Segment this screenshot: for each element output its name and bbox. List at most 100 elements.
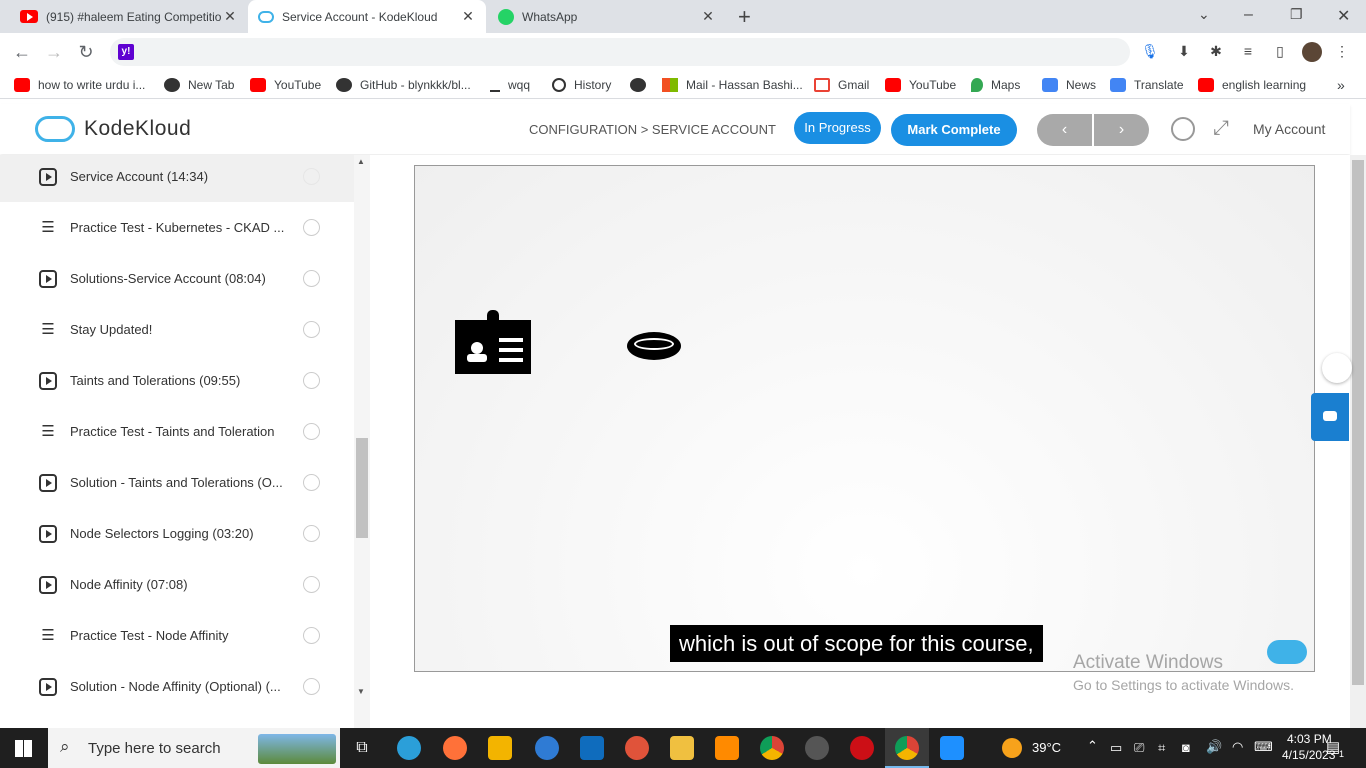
my-account-link[interactable]: My Account xyxy=(1253,121,1325,137)
list-item[interactable]: Solution - Node Affinity (Optional) (... xyxy=(0,661,354,712)
bookmark-item[interactable]: GitHub - blynkkk/bl... xyxy=(336,75,471,95)
list-item[interactable]: Node Affinity (07:08) xyxy=(0,559,354,610)
completion-circle[interactable] xyxy=(303,576,320,593)
store-icon[interactable] xyxy=(488,736,512,760)
bookmark-item[interactable]: english learning xyxy=(1198,75,1306,95)
minimize-button[interactable]: – xyxy=(1244,6,1253,24)
tab-youtube[interactable]: (915) #haleem Eating Competitio ✕ xyxy=(10,0,248,33)
completion-circle[interactable] xyxy=(303,525,320,542)
list-item[interactable]: ☰ Stay Updated! xyxy=(0,304,354,355)
language-icon[interactable]: ⌨ xyxy=(1254,739,1273,755)
completion-circle[interactable] xyxy=(303,168,320,185)
mark-complete-button[interactable]: Mark Complete xyxy=(891,114,1017,146)
settings-gear-icon[interactable] xyxy=(715,736,739,760)
opera-icon[interactable] xyxy=(850,736,874,760)
completion-circle[interactable] xyxy=(303,627,320,644)
reload-button[interactable]: ↻ xyxy=(73,40,99,64)
completion-circle[interactable] xyxy=(303,678,320,695)
close-icon[interactable]: ✕ xyxy=(700,8,716,25)
back-button[interactable]: ← xyxy=(9,40,35,64)
download-icon[interactable]: ⬇ xyxy=(1175,42,1193,60)
network-icon[interactable]: ⎚ xyxy=(1134,740,1144,756)
video-player[interactable] xyxy=(414,165,1315,672)
tab-kodekloud[interactable]: Service Account - KodeKloud ✕ xyxy=(248,0,486,33)
next-lesson-button[interactable]: › xyxy=(1094,114,1149,146)
edge-icon[interactable] xyxy=(397,736,421,760)
task-view-icon[interactable]: ⧉ xyxy=(350,736,374,760)
media-icon[interactable]: ≡ xyxy=(1239,42,1257,60)
battery-icon[interactable]: ▭ xyxy=(1110,740,1122,756)
wifi-icon[interactable]: ◠ xyxy=(1232,739,1243,755)
bookmark-item[interactable]: History xyxy=(552,75,611,95)
camera-icon[interactable] xyxy=(805,736,829,760)
forward-button[interactable]: → xyxy=(41,40,67,64)
sidepanel-icon[interactable]: ▯ xyxy=(1271,42,1289,60)
file-explorer-icon[interactable] xyxy=(670,736,694,760)
camera-tray-icon[interactable]: ◙ xyxy=(1182,740,1190,755)
list-item[interactable]: ☰ Practice Test - Node Affinity xyxy=(0,610,354,661)
restore-button[interactable]: ❐ xyxy=(1290,6,1303,23)
close-icon[interactable]: ✕ xyxy=(460,8,476,25)
microphone-icon[interactable]: 🎙 xyxy=(1141,42,1159,60)
list-item[interactable]: Service Account (14:34) xyxy=(0,155,354,202)
bookmark-item[interactable]: Gmail xyxy=(814,75,869,95)
mail-icon[interactable] xyxy=(580,736,604,760)
device-icon[interactable]: ⌗ xyxy=(1158,740,1165,756)
logo-text[interactable]: KodeKloud xyxy=(84,117,191,141)
weather-temp[interactable]: 39°C xyxy=(1032,740,1061,755)
list-item[interactable]: Solutions-Service Account (08:04) xyxy=(0,253,354,304)
kodekloud-logo-icon[interactable] xyxy=(35,116,75,142)
completion-circle[interactable] xyxy=(303,219,320,236)
sidebar-scrollbar-thumb[interactable] xyxy=(356,438,368,538)
bookmark-item[interactable]: Maps xyxy=(971,75,1020,95)
completion-circle[interactable] xyxy=(303,474,320,491)
photos-icon[interactable] xyxy=(940,736,964,760)
completion-circle[interactable] xyxy=(303,321,320,338)
scroll-down-icon[interactable]: ▼ xyxy=(357,687,365,696)
bookmark-item[interactable]: how to write urdu i... xyxy=(14,75,145,95)
bookmark-item[interactable] xyxy=(630,75,654,95)
new-tab-button[interactable]: + xyxy=(738,4,751,30)
weather-sun-icon[interactable] xyxy=(1002,738,1022,758)
close-icon[interactable]: ✕ xyxy=(222,8,238,25)
list-item[interactable]: ☰ Practice Test - Kubernetes - CKAD ... xyxy=(0,202,354,253)
bookmark-item[interactable]: YouTube xyxy=(885,75,956,95)
address-bar[interactable]: y! xyxy=(110,38,1130,66)
list-item[interactable]: Taints and Tolerations (09:55) xyxy=(0,355,354,406)
dark-mode-icon[interactable] xyxy=(1171,117,1195,141)
scroll-up-icon[interactable]: ▲ xyxy=(357,157,365,166)
bookmark-item[interactable]: Mail - Hassan Bashi... xyxy=(662,75,803,95)
tray-chevron-icon[interactable]: ⌃ xyxy=(1087,738,1098,754)
completion-circle[interactable] xyxy=(303,372,320,389)
bookmark-item[interactable]: wqq xyxy=(490,75,530,95)
profile-avatar[interactable] xyxy=(1302,42,1322,62)
extensions-icon[interactable]: ✱ xyxy=(1207,42,1225,60)
volume-icon[interactable]: 🔊 xyxy=(1206,739,1222,755)
bookmark-item[interactable]: New Tab xyxy=(164,75,234,95)
bookmarks-overflow-button[interactable]: » xyxy=(1337,75,1345,95)
list-item[interactable]: ☰ Practice Test - Taints and Toleration xyxy=(0,406,354,457)
skype-icon[interactable] xyxy=(535,736,559,760)
windows-start-icon[interactable] xyxy=(15,740,32,757)
bookmark-item[interactable]: Translate xyxy=(1110,75,1184,95)
chrome-icon[interactable] xyxy=(760,736,784,760)
completion-circle[interactable] xyxy=(303,270,320,287)
page-scrollbar-thumb[interactable] xyxy=(1352,160,1364,685)
prev-lesson-button[interactable]: ‹ xyxy=(1037,114,1092,146)
list-item[interactable]: Node Selectors Logging (03:20) xyxy=(0,508,354,559)
tab-whatsapp[interactable]: WhatsApp ✕ xyxy=(488,0,726,33)
completion-circle[interactable] xyxy=(303,423,320,440)
chrome-active-icon[interactable] xyxy=(895,736,919,760)
status-badge[interactable]: In Progress xyxy=(794,112,881,144)
bookmark-item[interactable]: YouTube xyxy=(250,75,321,95)
firefox-icon[interactable] xyxy=(443,736,467,760)
menu-icon[interactable]: ⋮ xyxy=(1333,42,1351,60)
window-close-button[interactable]: ✕ xyxy=(1337,6,1350,26)
tab-search-button[interactable]: ⌄ xyxy=(1198,6,1210,23)
bookmark-item[interactable]: News xyxy=(1042,75,1096,95)
chat-icon[interactable] xyxy=(1311,393,1349,441)
fullscreen-icon[interactable]: ⤢ xyxy=(1213,117,1229,140)
voice-input-icon[interactable] xyxy=(1322,353,1352,383)
list-item[interactable]: Solution - Taints and Tolerations (O... xyxy=(0,457,354,508)
clock-time[interactable]: 4:03 PM xyxy=(1287,732,1332,746)
